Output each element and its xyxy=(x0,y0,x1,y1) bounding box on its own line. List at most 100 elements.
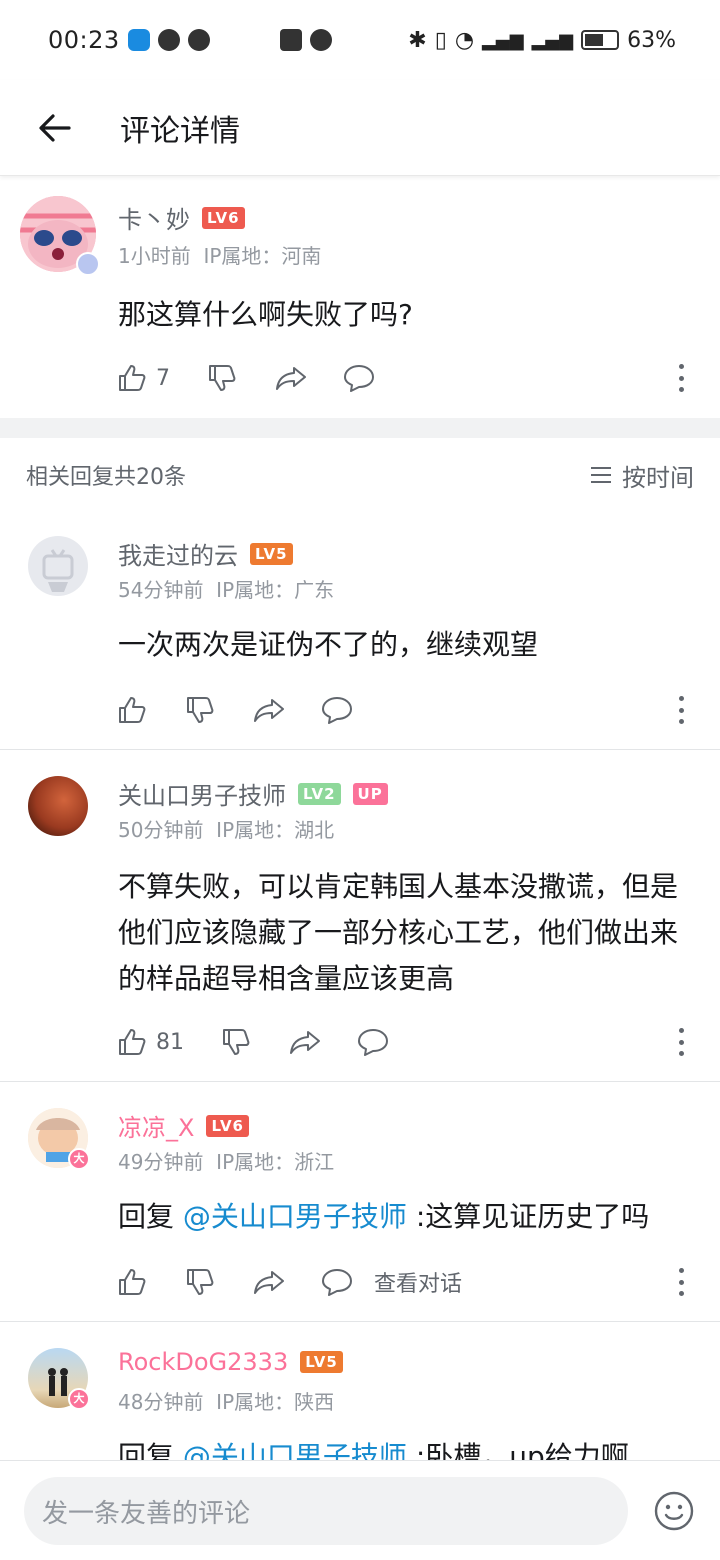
more-options-button[interactable] xyxy=(676,1262,686,1302)
like-button[interactable] xyxy=(116,694,148,726)
level-badge: LV6 xyxy=(202,206,245,229)
username[interactable]: 凉凉_X xyxy=(118,1108,194,1143)
reply-button[interactable] xyxy=(320,1266,354,1298)
reply-item: 大 RockDoG2333 LV5 48分钟前 IP属地：陕西 回复 @关山口男… xyxy=(0,1322,720,1460)
comment-text: 那这算什么啊失败了吗? xyxy=(118,298,413,331)
signal-icon: ▂▄▆ xyxy=(482,29,524,51)
reply-item: 大 凉凉_X LV6 49分钟前 IP属地：浙江 回复 @关山口男子技师 :这算… xyxy=(0,1082,720,1322)
username[interactable]: 我走过的云 xyxy=(118,536,238,571)
share-button[interactable] xyxy=(288,1026,322,1058)
like-button[interactable] xyxy=(116,1266,148,1298)
like-count: 81 xyxy=(156,1029,184,1055)
audio-icon xyxy=(187,29,210,51)
page-title: 评论详情 xyxy=(120,113,240,149)
reply-text: 一次两次是证伪不了的，继续观望 xyxy=(118,628,539,661)
reply-item: 关山口男子技师 LV2 UP 50分钟前 IP属地：湖北 不算失败，可以肯定韩国… xyxy=(0,750,720,1082)
more-options-button[interactable] xyxy=(676,1022,686,1062)
thumbs-up-icon xyxy=(119,365,146,391)
share-icon xyxy=(254,699,284,722)
default-tv-avatar-icon xyxy=(42,549,74,592)
avatar[interactable] xyxy=(28,776,88,836)
share-button[interactable] xyxy=(252,694,286,726)
username[interactable]: 关山口男子技师 xyxy=(118,776,286,811)
sort-lines-icon xyxy=(591,467,611,483)
dislike-button[interactable] xyxy=(184,694,216,726)
status-bar: 00:23 ✱ ▯ ◔ ▂▄▆ ▂▄▆ 63% xyxy=(0,0,720,80)
sort-label: 按时间 xyxy=(622,463,694,492)
alarm-icon xyxy=(309,29,332,51)
username-row: 我走过的云 LV5 xyxy=(118,536,293,571)
more-options-button[interactable] xyxy=(676,358,686,398)
username-row: 卡丶妙 LV6 xyxy=(118,200,245,235)
reply-ip: IP属地：湖北 xyxy=(216,818,335,842)
like-button[interactable]: 7 xyxy=(116,362,170,394)
wifi-icon: ◔ xyxy=(454,27,475,53)
like-button[interactable]: 81 xyxy=(116,1026,184,1058)
comment-meta: 1小时前 IP属地：河南 xyxy=(118,240,321,269)
reply-ip: IP属地：广东 xyxy=(216,578,335,602)
dislike-button[interactable] xyxy=(220,1026,252,1058)
reply-time: 48分钟前 xyxy=(118,1390,204,1414)
reply-text: 回复 @关山口男子技师 :这算见证历史了吗 xyxy=(118,1194,708,1240)
notification-icons xyxy=(127,29,210,51)
comment-time: 1小时前 xyxy=(118,244,191,268)
reply-actions: 查看对话 xyxy=(116,1262,462,1302)
username[interactable]: RockDoG2333 xyxy=(118,1348,288,1376)
share-icon xyxy=(290,1031,320,1054)
signal-icon-2: ▂▄▆ xyxy=(531,29,574,51)
reply-text: 不算失败，可以肯定韩国人基本没撒谎，但是他们应该隐藏了一部分核心工艺，他们做出来… xyxy=(118,870,679,995)
replies-count: 相关回复共20条 xyxy=(26,465,186,490)
level-badge: LV6 xyxy=(206,1114,249,1137)
verified-badge-icon xyxy=(76,252,100,276)
share-button[interactable] xyxy=(274,362,308,394)
reply-button[interactable] xyxy=(356,1026,390,1058)
mention-link[interactable]: @关山口男子技师 xyxy=(183,1440,407,1460)
comment-actions: 7 xyxy=(116,358,376,398)
reply-actions: 81 xyxy=(116,1022,390,1062)
battery-percent: 63% xyxy=(627,27,676,53)
section-divider xyxy=(0,418,720,438)
reply-meta: 54分钟前 IP属地：广东 xyxy=(118,574,334,603)
reply-button[interactable] xyxy=(320,694,354,726)
reply-meta: 49分钟前 IP属地：浙江 xyxy=(118,1146,334,1175)
dislike-button[interactable] xyxy=(184,1266,216,1298)
replies-header: 相关回复共20条 按时间 xyxy=(0,440,720,510)
reply-text: 回复 @关山口男子技师 :卧槽，up给力啊 xyxy=(118,1434,708,1460)
like-count: 7 xyxy=(156,365,170,391)
app-notification-icon xyxy=(127,29,150,51)
back-arrow-icon xyxy=(39,113,71,142)
level-badge: LV2 xyxy=(298,782,341,805)
comment-input[interactable]: 发一条友善的评论 xyxy=(24,1477,628,1545)
emoji-face-icon xyxy=(654,1491,694,1531)
reply-button[interactable] xyxy=(342,362,376,394)
username[interactable]: 卡丶妙 xyxy=(118,200,190,235)
thumbs-up-icon xyxy=(119,1029,146,1055)
reply-actions xyxy=(116,690,354,730)
emoji-button[interactable] xyxy=(654,1491,694,1535)
reply-time: 49分钟前 xyxy=(118,1150,204,1174)
share-button[interactable] xyxy=(252,1266,286,1298)
reply-body: :卧槽，up给力啊 xyxy=(406,1440,629,1460)
status-time: 00:23 xyxy=(48,26,120,54)
mention-link[interactable]: @关山口男子技师 xyxy=(183,1200,407,1233)
up-badge: UP xyxy=(352,782,388,805)
nfc-icon xyxy=(279,29,302,51)
sort-button[interactable]: 按时间 xyxy=(590,458,694,493)
level-badge: LV5 xyxy=(250,542,293,565)
back-button[interactable] xyxy=(0,80,110,176)
more-options-button[interactable] xyxy=(676,690,686,730)
thumbs-up-icon xyxy=(119,1269,146,1295)
comment-ip: IP属地：河南 xyxy=(203,244,322,268)
username-row: 凉凉_X LV6 xyxy=(118,1108,249,1143)
vip-badge-icon: 大 xyxy=(68,1388,90,1410)
dislike-button[interactable] xyxy=(206,362,238,394)
avatar[interactable] xyxy=(28,536,88,596)
comment-bubble-icon xyxy=(358,1029,388,1056)
reply-prefix: 回复 xyxy=(118,1200,183,1233)
comment-input-bar: 发一条友善的评论 xyxy=(0,1460,720,1560)
username-row: 关山口男子技师 LV2 UP xyxy=(118,776,388,811)
reply-body: :这算见证历史了吗 xyxy=(406,1200,650,1233)
main-comment: 卡丶妙 LV6 1小时前 IP属地：河南 那这算什么啊失败了吗? 7 xyxy=(0,178,720,418)
view-conversation-link[interactable]: 查看对话 xyxy=(374,1266,462,1298)
vip-badge-icon: 大 xyxy=(68,1148,90,1170)
